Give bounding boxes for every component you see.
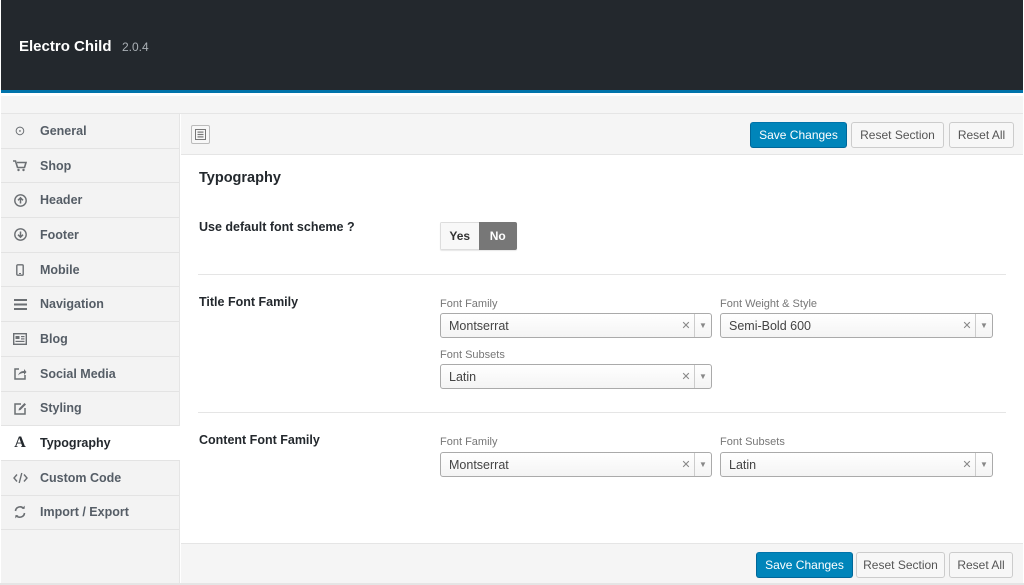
chevron-down-icon[interactable]: ▼ [694, 314, 711, 337]
cart-icon [12, 158, 28, 174]
title-font-subsets-label: Font Subsets [440, 349, 505, 361]
sidebar-item-shop[interactable]: Shop [1, 149, 179, 184]
default-scheme-toggle: Yes No [440, 222, 517, 250]
arrow-up-circle-icon [12, 192, 28, 208]
sidebar-item-mobile[interactable]: Mobile [1, 253, 179, 288]
expand-options-button[interactable] [191, 125, 210, 144]
sidebar-item-label: Navigation [40, 297, 104, 312]
footer-save-button[interactable]: Save Changes [756, 552, 853, 578]
section-content: Typography Use default font scheme ? Yes… [181, 155, 1023, 543]
content-font-subsets-label: Font Subsets [720, 436, 785, 448]
list-view-icon [195, 129, 206, 140]
theme-version: 2.0.4 [122, 40, 149, 54]
sidebar-item-header[interactable]: Header [1, 183, 179, 219]
select-value: Montserrat [449, 457, 509, 472]
divider [198, 412, 1006, 413]
clear-icon[interactable]: ✕ [959, 458, 975, 471]
sidebar-item-label: General [40, 123, 87, 138]
sidebar-item-label: Styling [40, 401, 82, 416]
toggle-no-option[interactable]: No [478, 222, 517, 250]
content-font-family-label: Font Family [440, 436, 498, 448]
divider [198, 274, 1006, 275]
select-value: Semi-Bold 600 [729, 318, 811, 333]
content-font-subsets-select[interactable]: Latin ✕ ▼ [720, 452, 993, 477]
clear-icon[interactable]: ✕ [678, 370, 694, 383]
sidebar-item-label: Header [40, 193, 83, 208]
chevron-down-icon[interactable]: ▼ [694, 365, 711, 388]
select-value: Latin [729, 457, 757, 472]
smartphone-icon [12, 262, 28, 278]
clear-icon[interactable]: ✕ [678, 319, 694, 332]
section-title: Typography [199, 170, 281, 186]
sidebar-item-custom-code[interactable]: Custom Code [1, 461, 179, 496]
title-font-subsets-select[interactable]: Latin ✕ ▼ [440, 364, 712, 389]
panel-header: Electro Child 2.0.4 [1, 0, 1023, 93]
edit-icon [12, 400, 28, 416]
clear-icon[interactable]: ✕ [959, 319, 975, 332]
menu-icon [12, 296, 28, 312]
sidebar-item-label: Blog [40, 331, 68, 346]
sidebar-item-typography[interactable]: A Typography [1, 426, 180, 461]
sidebar-item-label: Footer [40, 227, 79, 242]
content-font-family-select[interactable]: Montserrat ✕ ▼ [440, 452, 712, 477]
info-circle-icon: ⊙ [14, 122, 26, 138]
header-spacer [1, 96, 1023, 114]
sidebar-item-label: Custom Code [40, 470, 122, 485]
title-font-weight-label: Font Weight & Style [720, 298, 818, 310]
typography-icon: A [14, 434, 26, 452]
default-scheme-label: Use default font scheme ? [199, 220, 355, 234]
sidebar-item-styling[interactable]: Styling [1, 392, 179, 427]
top-toolbar: Save Changes Reset Section Reset All [181, 114, 1023, 155]
sidebar-item-label: Shop [40, 158, 72, 173]
chevron-down-icon[interactable]: ▼ [975, 453, 992, 476]
title-font-label: Title Font Family [199, 295, 299, 309]
footer-reset-section-button[interactable]: Reset Section [856, 552, 945, 578]
sidebar-item-label: Mobile [40, 262, 80, 277]
sidebar-item-general[interactable]: ⊙ General [1, 114, 179, 149]
newspaper-icon [12, 331, 28, 347]
sidebar-item-label: Social Media [40, 366, 116, 381]
arrow-down-circle-icon [12, 227, 28, 243]
bottom-toolbar: Save Changes Reset Section Reset All [181, 543, 1023, 583]
sidebar-item-footer[interactable]: Footer [1, 218, 179, 253]
select-value: Montserrat [449, 318, 509, 333]
footer-reset-all-button[interactable]: Reset All [949, 552, 1013, 578]
theme-title: Electro Child [19, 38, 112, 55]
sidebar-item-social-media[interactable]: Social Media [1, 357, 179, 392]
sidebar-item-navigation[interactable]: Navigation [1, 287, 179, 323]
sidebar-item-label: Import / Export [40, 505, 129, 520]
sidebar: ⊙ General Shop Header Footer Mobile Navi… [1, 114, 180, 583]
chevron-down-icon[interactable]: ▼ [975, 314, 992, 337]
refresh-icon [12, 504, 28, 520]
clear-icon[interactable]: ✕ [678, 458, 694, 471]
code-icon [12, 470, 28, 486]
options-panel: Electro Child 2.0.4 ⊙ General Shop Heade… [0, 0, 1024, 585]
sidebar-item-blog[interactable]: Blog [1, 322, 179, 357]
reset-all-button[interactable]: Reset All [949, 122, 1014, 148]
title-font-family-label: Font Family [440, 298, 498, 310]
select-value: Latin [449, 369, 477, 384]
save-button[interactable]: Save Changes [750, 122, 847, 148]
content-font-label: Content Font Family [199, 433, 320, 447]
share-icon [12, 366, 28, 382]
reset-section-button[interactable]: Reset Section [851, 122, 944, 148]
toggle-yes-option[interactable]: Yes [440, 222, 479, 250]
sidebar-item-label: Typography [40, 436, 111, 451]
title-font-weight-select[interactable]: Semi-Bold 600 ✕ ▼ [720, 313, 993, 338]
title-font-family-select[interactable]: Montserrat ✕ ▼ [440, 313, 712, 338]
sidebar-item-import-export[interactable]: Import / Export [1, 496, 179, 531]
chevron-down-icon[interactable]: ▼ [694, 453, 711, 476]
